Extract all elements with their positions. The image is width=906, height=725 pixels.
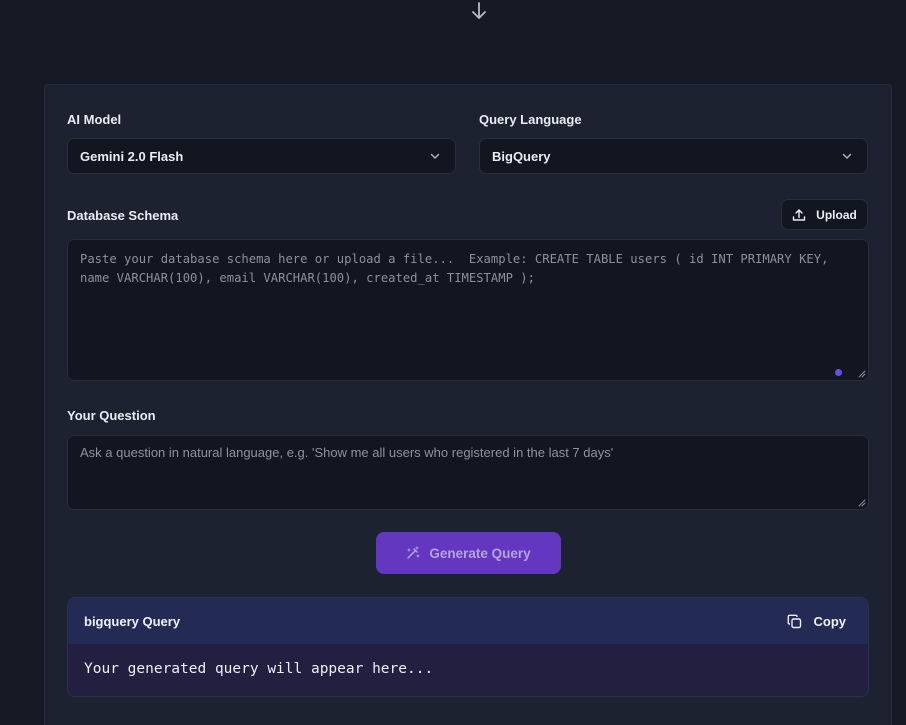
upload-label: Upload — [816, 207, 857, 222]
schema-textarea[interactable]: Paste your database schema here or uploa… — [67, 239, 869, 381]
generate-query-button[interactable]: Generate Query — [376, 532, 561, 574]
ai-model-label: AI Model — [67, 112, 122, 127]
question-placeholder: Ask a question in natural language, e.g.… — [80, 445, 614, 460]
query-result-panel: bigquery Query Copy Your generated query… — [67, 597, 869, 697]
schema-placeholder: Paste your database schema here or uploa… — [80, 252, 836, 285]
upload-icon — [792, 208, 806, 221]
query-output: Your generated query will appear here... — [68, 644, 868, 696]
query-language-label: Query Language — [479, 112, 582, 127]
chevron-down-icon — [430, 153, 440, 159]
ai-model-value: Gemini 2.0 Flash — [80, 148, 184, 164]
generate-query-label: Generate Query — [429, 545, 531, 561]
upload-button[interactable]: Upload — [781, 199, 868, 230]
copy-button[interactable]: Copy — [787, 613, 847, 629]
copy-icon — [787, 614, 801, 628]
query-output-placeholder: Your generated query will appear here... — [84, 661, 434, 677]
ai-model-select[interactable]: Gemini 2.0 Flash — [67, 138, 456, 174]
resize-grip-icon[interactable] — [858, 499, 866, 507]
resize-grip-icon[interactable] — [858, 370, 866, 378]
query-language-value: BigQuery — [492, 148, 551, 164]
query-generator-panel: AI Model Gemini 2.0 Flash Query Language… — [44, 84, 892, 725]
page: AI Model Gemini 2.0 Flash Query Language… — [0, 0, 906, 725]
your-question-label: Your Question — [67, 408, 156, 423]
status-dot — [835, 369, 842, 376]
magic-wand-icon — [407, 546, 420, 559]
query-result-title: bigquery Query — [84, 613, 181, 629]
query-language-select[interactable]: BigQuery — [479, 138, 868, 174]
copy-label: Copy — [813, 613, 847, 629]
question-textarea[interactable]: Ask a question in natural language, e.g.… — [67, 435, 869, 510]
database-schema-label: Database Schema — [67, 208, 179, 223]
arrow-down-icon — [472, 2, 486, 19]
query-result-header: bigquery Query Copy — [68, 598, 868, 644]
chevron-down-icon — [842, 153, 852, 159]
